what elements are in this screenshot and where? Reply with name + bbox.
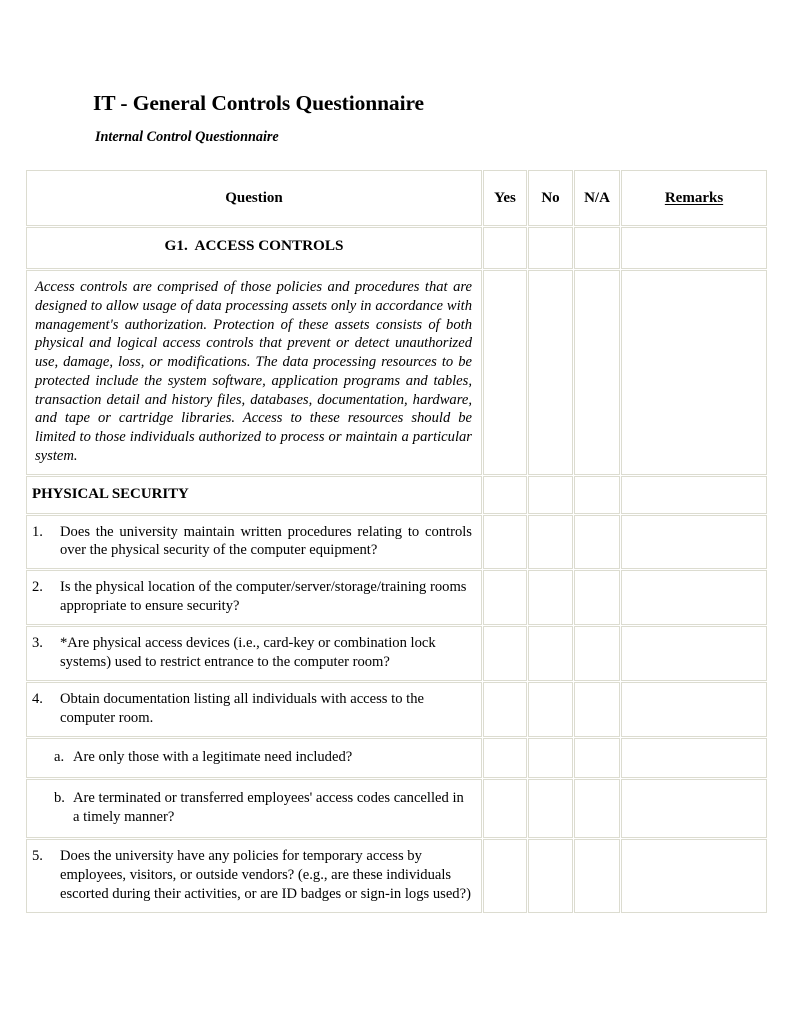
column-header-no-label: No [541, 189, 560, 206]
question-text: Does the university maintain written pro… [60, 523, 472, 559]
question-number: 5. [32, 848, 43, 865]
answer-cell-na[interactable] [574, 514, 620, 570]
answer-cell-na[interactable] [574, 227, 620, 269]
sub-question-cell: a. Are only those with a legitimate need… [26, 738, 482, 779]
intro-paragraph-text: Access controls are comprised of those p… [35, 279, 472, 464]
sub-question-text: Are terminated or transferred employees'… [73, 790, 464, 826]
question-text: Is the physical location of the computer… [60, 579, 467, 615]
question-text: *Are physical access devices (i.e., card… [60, 635, 436, 671]
table-header-row: Question Yes No N/A Remarks [26, 170, 767, 226]
table-row: 1. Does the university maintain written … [26, 514, 767, 570]
column-header-question: Question [26, 170, 482, 226]
questionnaire-table: Question Yes No N/A Remarks G1. ACCESS C… [25, 169, 768, 914]
answer-cell-no[interactable] [528, 475, 573, 514]
answer-cell-na[interactable] [574, 682, 620, 738]
answer-cell-no[interactable] [528, 738, 573, 779]
subsection-title-cell: PHYSICAL SECURITY [26, 475, 482, 514]
column-header-yes: Yes [483, 170, 527, 226]
remarks-cell[interactable] [621, 738, 767, 779]
remarks-cell[interactable] [621, 626, 767, 682]
section-title-cell: G1. ACCESS CONTROLS [26, 227, 482, 269]
question-cell: 2. Is the physical location of the compu… [26, 570, 482, 626]
sub-question-letter: a. [54, 749, 65, 766]
answer-cell-yes[interactable] [483, 839, 527, 914]
question-cell: 5. Does the university have any policies… [26, 839, 482, 914]
column-header-remarks-label: Remarks [664, 189, 724, 206]
answer-cell-yes[interactable] [483, 475, 527, 514]
table-row: 4. Obtain documentation listing all indi… [26, 682, 767, 738]
answer-cell-no[interactable] [528, 779, 573, 839]
question-text: Does the university have any policies fo… [60, 848, 471, 903]
remarks-cell[interactable] [621, 475, 767, 514]
answer-cell-na[interactable] [574, 270, 620, 475]
page-subtitle: Internal Control Questionnaire [95, 129, 279, 145]
question-text: Obtain documentation listing all individ… [60, 691, 424, 727]
remarks-cell[interactable] [621, 227, 767, 269]
table-row: 2. Is the physical location of the compu… [26, 570, 767, 626]
answer-cell-yes[interactable] [483, 570, 527, 626]
answer-cell-no[interactable] [528, 514, 573, 570]
subsection-title: PHYSICAL SECURITY [32, 485, 189, 502]
sub-question-text: Are only those with a legitimate need in… [73, 749, 353, 766]
remarks-cell[interactable] [621, 839, 767, 914]
intro-paragraph-row: Access controls are comprised of those p… [26, 270, 767, 475]
answer-cell-na[interactable] [574, 738, 620, 779]
table-row: 5. Does the university have any policies… [26, 839, 767, 914]
column-header-no: No [528, 170, 573, 226]
answer-cell-yes[interactable] [483, 514, 527, 570]
remarks-cell[interactable] [621, 270, 767, 475]
answer-cell-na[interactable] [574, 779, 620, 839]
answer-cell-na[interactable] [574, 839, 620, 914]
column-header-na-label: N/A [584, 189, 610, 206]
question-cell: 1. Does the university maintain written … [26, 514, 482, 570]
column-header-yes-label: Yes [494, 189, 516, 206]
answer-cell-no[interactable] [528, 570, 573, 626]
remarks-cell[interactable] [621, 682, 767, 738]
section-title-row: G1. ACCESS CONTROLS [26, 227, 767, 269]
intro-paragraph-cell: Access controls are comprised of those p… [26, 270, 482, 475]
remarks-cell[interactable] [621, 570, 767, 626]
answer-cell-no[interactable] [528, 839, 573, 914]
answer-cell-na[interactable] [574, 570, 620, 626]
answer-cell-yes[interactable] [483, 626, 527, 682]
section-title: G1. ACCESS CONTROLS [164, 237, 344, 254]
question-number: 4. [32, 691, 43, 708]
table-row: a. Are only those with a legitimate need… [26, 738, 767, 779]
answer-cell-yes[interactable] [483, 738, 527, 779]
answer-cell-no[interactable] [528, 227, 573, 269]
remarks-cell[interactable] [621, 514, 767, 570]
column-header-remarks: Remarks [621, 170, 767, 226]
question-number: 2. [32, 579, 43, 596]
answer-cell-na[interactable] [574, 475, 620, 514]
answer-cell-yes[interactable] [483, 270, 527, 475]
answer-cell-no[interactable] [528, 270, 573, 475]
remarks-cell[interactable] [621, 779, 767, 839]
question-number: 1. [32, 523, 43, 540]
answer-cell-na[interactable] [574, 626, 620, 682]
sub-question-letter: b. [54, 790, 65, 807]
table-row: 3. *Are physical access devices (i.e., c… [26, 626, 767, 682]
answer-cell-yes[interactable] [483, 682, 527, 738]
subsection-title-row: PHYSICAL SECURITY [26, 475, 767, 514]
question-number: 3. [32, 635, 43, 652]
sub-question-cell: b. Are terminated or transferred employe… [26, 779, 482, 839]
answer-cell-no[interactable] [528, 682, 573, 738]
column-header-question-label: Question [225, 189, 283, 206]
document-page: IT - General Controls Questionnaire Inte… [0, 0, 791, 1024]
question-cell: 3. *Are physical access devices (i.e., c… [26, 626, 482, 682]
answer-cell-no[interactable] [528, 626, 573, 682]
page-title: IT - General Controls Questionnaire [93, 91, 424, 115]
table-row: b. Are terminated or transferred employe… [26, 779, 767, 839]
answer-cell-yes[interactable] [483, 227, 527, 269]
answer-cell-yes[interactable] [483, 779, 527, 839]
question-cell: 4. Obtain documentation listing all indi… [26, 682, 482, 738]
column-header-na: N/A [574, 170, 620, 226]
